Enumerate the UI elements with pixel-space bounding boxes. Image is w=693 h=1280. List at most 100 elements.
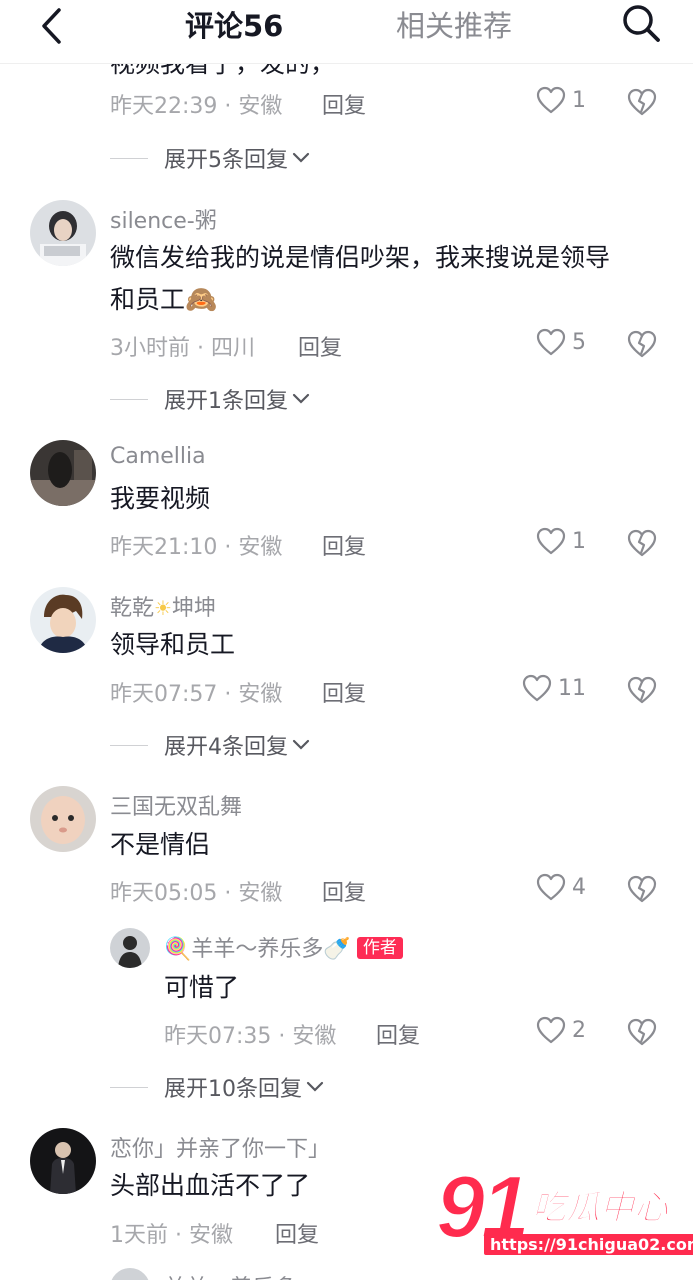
chevron-left-icon <box>42 8 61 44</box>
divider-line <box>110 157 148 159</box>
reply-button[interactable]: 回复 <box>322 529 366 561</box>
avatar[interactable] <box>110 1268 150 1280</box>
heart-icon <box>536 1016 566 1044</box>
reply-meta: 昨天07:35 · 安徽 <box>164 1024 337 1049</box>
comment-meta: 昨天05:05 · 安徽 <box>110 881 283 906</box>
comment-location: 安徽 <box>238 881 283 906</box>
comment-location: 安徽 <box>238 535 283 560</box>
comment-meta: 1天前 · 安徽 <box>110 1223 233 1248</box>
chevron-down-icon <box>292 393 310 404</box>
comment-username[interactable]: 三国无双乱舞 <box>110 789 242 821</box>
like-count: 4 <box>572 874 586 900</box>
dislike-button[interactable] <box>627 1018 657 1046</box>
broken-heart-icon <box>627 330 657 358</box>
broken-heart-icon <box>627 529 657 557</box>
avatar[interactable] <box>110 928 150 968</box>
comment-time: 昨天21:10 <box>110 535 218 560</box>
dislike-button[interactable] <box>627 88 657 116</box>
like-button[interactable]: 4 <box>536 873 586 901</box>
like-count: 1 <box>572 87 586 113</box>
heart-icon <box>536 873 566 901</box>
broken-heart-icon <box>627 676 657 704</box>
expand-replies-button[interactable]: 展开1条回复 <box>110 383 310 415</box>
avatar[interactable] <box>30 440 96 506</box>
reply-time: 昨天07:35 <box>164 1024 272 1049</box>
comment-text: 微信发给我的说是情侣吵架，我来搜说是领导 <box>110 243 611 272</box>
like-count: 1 <box>572 528 586 554</box>
reply-username[interactable]: 🍭羊羊～养乐多🍼 作者 <box>164 931 403 963</box>
bottle-icon: 🍼 <box>323 937 351 962</box>
watermark-logo-text: 吃瓜中心 <box>532 1188 669 1229</box>
tab-related[interactable]: 相关推荐 <box>396 4 512 48</box>
watermark-url: https://91chigua02.com <box>484 1234 693 1255</box>
comment-time: 3小时前 <box>110 336 190 361</box>
reply-button[interactable]: 回复 <box>322 875 366 907</box>
dislike-button[interactable] <box>627 875 657 903</box>
heart-icon <box>522 674 552 702</box>
reply-button[interactable]: 回复 <box>322 88 366 120</box>
avatar[interactable] <box>30 1128 96 1194</box>
comment-text: 我要视频 <box>110 484 211 513</box>
dislike-button[interactable] <box>627 330 657 358</box>
comment-username[interactable]: Camellia <box>110 444 206 469</box>
broken-heart-icon <box>627 875 657 903</box>
reply-username: 羊羊～养乐多 <box>164 1270 296 1280</box>
comment-time: 1天前 <box>110 1223 168 1248</box>
comment-username[interactable]: 乾乾☀坤坤 <box>110 590 216 622</box>
chevron-down-icon <box>306 1081 324 1092</box>
comment-meta: 昨天21:10 · 安徽 <box>110 535 283 560</box>
dislike-button[interactable] <box>627 676 657 704</box>
reply-button[interactable]: 回复 <box>275 1217 319 1249</box>
search-icon <box>623 5 660 42</box>
back-button[interactable] <box>34 6 68 46</box>
comment-meta: 昨天22:39 · 安徽 <box>110 94 283 119</box>
chevron-down-icon <box>292 739 310 750</box>
sun-icon: ☀ <box>154 596 172 620</box>
comment-location: 安徽 <box>238 94 283 119</box>
comment-location: 安徽 <box>238 682 283 707</box>
comment-meta: 昨天07:57 · 安徽 <box>110 682 283 707</box>
avatar[interactable] <box>30 587 96 653</box>
expand-replies-button[interactable]: 展开10条回复 <box>110 1071 324 1103</box>
divider-line <box>110 1086 148 1088</box>
comment-time: 昨天22:39 <box>110 94 218 119</box>
heart-icon <box>536 86 566 114</box>
comment-location: 四川 <box>210 336 255 361</box>
like-button[interactable]: 5 <box>536 328 586 356</box>
comment-text: 头部出血活不了了 <box>110 1171 311 1200</box>
like-button[interactable]: 2 <box>536 1016 586 1044</box>
lollipop-icon: 🍭 <box>164 937 192 962</box>
search-button[interactable] <box>620 2 662 44</box>
comment-text: 领导和员工 <box>110 630 236 659</box>
like-button[interactable]: 1 <box>536 527 586 555</box>
expand-replies-button[interactable]: 展开4条回复 <box>110 729 310 761</box>
expand-replies-button[interactable]: 展开5条回复 <box>110 142 310 174</box>
reply-button[interactable]: 回复 <box>322 676 366 708</box>
comment-text-line-2: 和员工🙈 <box>110 285 218 315</box>
tab-comments[interactable]: 评论56 <box>185 4 283 48</box>
comment-time: 昨天07:57 <box>110 682 218 707</box>
reply-button[interactable]: 回复 <box>298 330 342 362</box>
avatar[interactable] <box>30 200 96 266</box>
emoji-icon: 🙈 <box>185 285 218 315</box>
like-button[interactable]: 11 <box>522 674 586 702</box>
comment-time: 昨天05:05 <box>110 881 218 906</box>
heart-icon <box>536 527 566 555</box>
avatar[interactable] <box>30 786 96 852</box>
divider-line <box>110 398 148 400</box>
like-count: 11 <box>558 675 586 701</box>
author-badge: 作者 <box>356 937 403 959</box>
reply-text: 可惜了 <box>164 973 240 1002</box>
like-button[interactable]: 1 <box>536 86 586 114</box>
reply-button[interactable]: 回复 <box>376 1018 420 1050</box>
divider-line <box>110 744 148 746</box>
comment-text: 不是情侣 <box>110 830 211 859</box>
dislike-button[interactable] <box>627 529 657 557</box>
comment-username[interactable]: 恋你」并亲了你一下」 <box>110 1131 330 1163</box>
comment-meta: 3小时前 · 四川 <box>110 336 255 361</box>
top-nav-bar: 评论56 相关推荐 <box>0 0 693 64</box>
comment-location: 安徽 <box>188 1223 233 1248</box>
heart-icon <box>536 328 566 356</box>
chevron-down-icon <box>292 152 310 163</box>
comment-username[interactable]: silence-粥 <box>110 203 217 235</box>
